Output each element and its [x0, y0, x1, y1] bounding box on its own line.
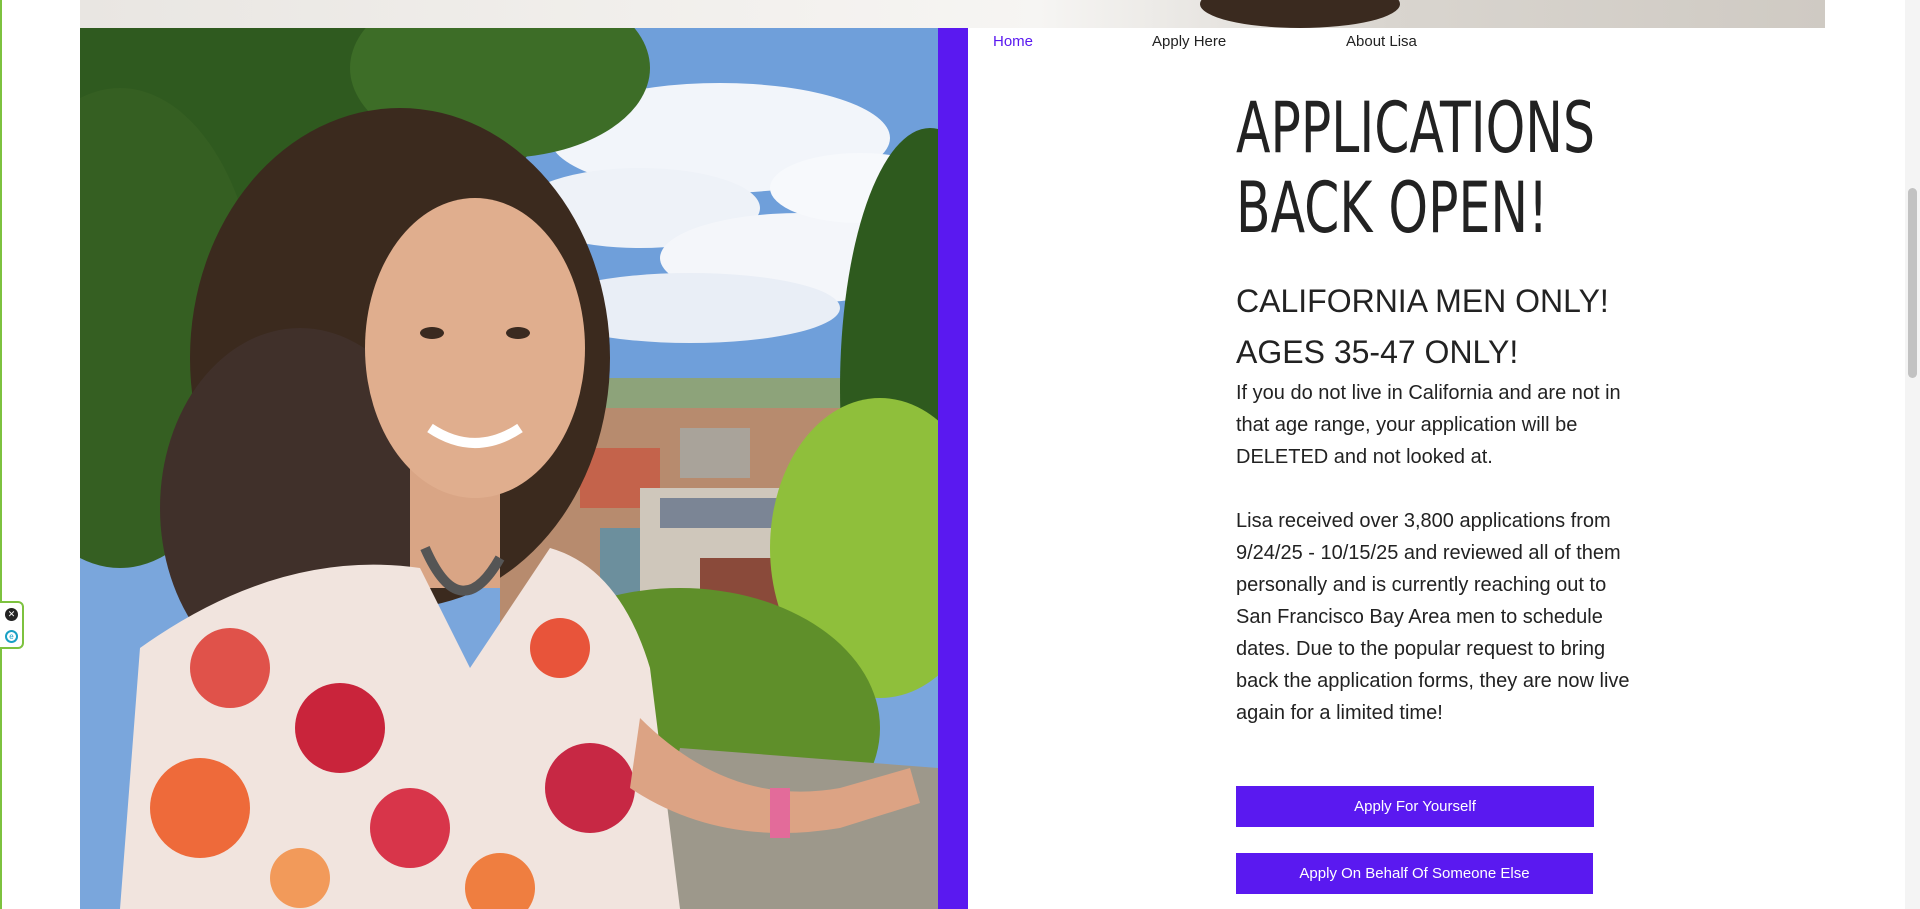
- side-extension-widget: ✕ e: [0, 601, 24, 649]
- apply-for-someone-else-button[interactable]: Apply On Behalf Of Someone Else: [1236, 853, 1593, 894]
- nav-item-about-lisa[interactable]: About Lisa: [1346, 33, 1417, 50]
- nav-item-home[interactable]: Home: [993, 33, 1033, 50]
- extension-logo-icon[interactable]: e: [5, 630, 18, 643]
- headline-line-1: APPLICATIONS: [1236, 87, 1595, 169]
- window-frame-edge: [0, 0, 2, 909]
- page-headline: APPLICATIONS BACK OPEN!: [1236, 88, 1595, 248]
- previous-section-strip: [80, 0, 1825, 28]
- accent-divider: [938, 28, 968, 909]
- previous-section-image-fragment: [1200, 0, 1400, 28]
- scrollbar-thumb[interactable]: [1908, 188, 1917, 378]
- eligibility-line-1: CALIFORNIA MEN ONLY!: [1236, 283, 1609, 319]
- eligibility-line-2: AGES 35-47 ONLY!: [1236, 334, 1519, 370]
- hero-photo: [80, 28, 938, 909]
- applications-update: Lisa received over 3,800 applications fr…: [1236, 510, 1630, 724]
- hero-photo-illustration: [80, 28, 938, 909]
- headline-line-2: BACK OPEN!: [1236, 167, 1549, 249]
- eligibility-heading: CALIFORNIA MEN ONLY! AGES 35-47 ONLY!: [1236, 276, 1656, 378]
- close-icon[interactable]: ✕: [5, 608, 18, 621]
- page-scrollbar[interactable]: [1905, 0, 1920, 909]
- apply-for-yourself-button[interactable]: Apply For Yourself: [1236, 786, 1594, 827]
- eligibility-notice: If you do not live in California and are…: [1236, 382, 1621, 468]
- nav-item-apply-here[interactable]: Apply Here: [1152, 33, 1226, 50]
